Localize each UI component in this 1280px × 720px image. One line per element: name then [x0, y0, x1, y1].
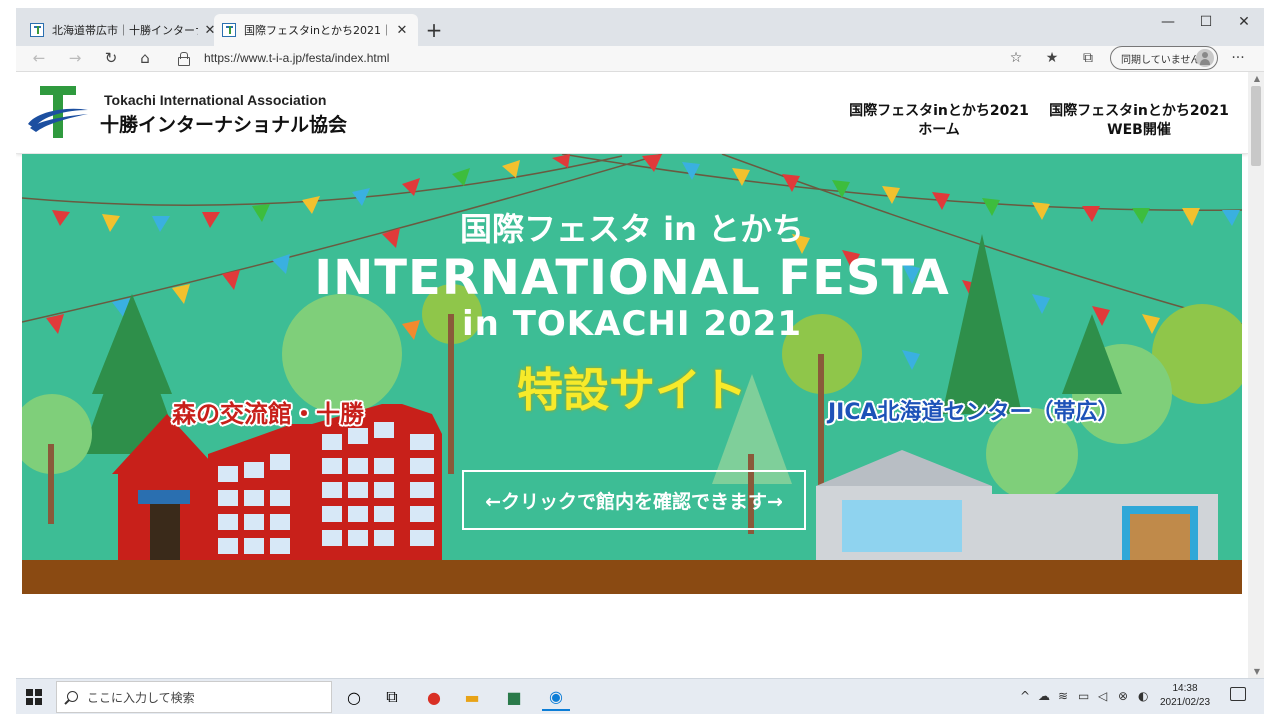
tia-favicon-icon: [222, 23, 236, 37]
refresh-icon[interactable]: ↻: [100, 49, 122, 67]
battery-icon[interactable]: ▭: [1078, 689, 1089, 703]
banner-title-japanese: 国際フェスタ in とかち: [459, 210, 805, 248]
edge-icon[interactable]: ◉: [542, 683, 570, 711]
minimize-button[interactable]: —: [1150, 14, 1186, 30]
url-field[interactable]: https://www.t-i-a.jp/festa/index.html: [204, 51, 389, 65]
chrome-icon[interactable]: ●: [420, 683, 448, 711]
festa-banner[interactable]: 国際フェスタ in とかち INTERNATIONAL FESTA in TOK…: [22, 154, 1242, 594]
cortana-icon[interactable]: ○: [340, 683, 368, 711]
file-explorer-icon[interactable]: ▬: [458, 683, 486, 711]
tab-title: 北海道帯広市｜十勝インターナショナ: [52, 24, 198, 37]
banner-subtitle-english: in TOKACHI 2021: [462, 304, 802, 344]
scroll-up-icon[interactable]: ▲: [1254, 74, 1260, 83]
forest-exchange-hall-label[interactable]: 森の交流館・十勝: [172, 394, 364, 429]
profile-button[interactable]: 同期していません: [1110, 46, 1218, 70]
page-scrollbar[interactable]: ▲ ▼: [1248, 72, 1264, 678]
maximize-button[interactable]: ☐: [1188, 14, 1224, 30]
add-favorite-icon[interactable]: ☆: [1006, 50, 1026, 66]
task-view-icon[interactable]: ⧉: [378, 683, 406, 711]
search-placeholder: ここに入力して検索: [87, 690, 195, 705]
favorites-icon[interactable]: ★: [1042, 50, 1062, 66]
tia-logo-icon[interactable]: [26, 84, 90, 138]
close-icon[interactable]: ✕: [394, 23, 410, 38]
ime-icon[interactable]: ◐: [1138, 689, 1148, 703]
nav-link-line2: ホーム: [918, 122, 960, 138]
screen: 北海道帯広市｜十勝インターナショナ ✕ 国際フェスタinとかち2021｜十勝イン…: [0, 0, 1280, 720]
page-viewport: Tokachi International Association 十勝インター…: [16, 72, 1264, 678]
scroll-thumb[interactable]: [1251, 86, 1261, 166]
windows-start-icon[interactable]: [26, 689, 42, 705]
back-arrow-icon[interactable]: ←: [28, 49, 50, 67]
collections-icon[interactable]: ⧉: [1078, 50, 1098, 66]
tab-tia-home[interactable]: 北海道帯広市｜十勝インターナショナ ✕: [22, 14, 226, 46]
home-icon[interactable]: ⌂: [134, 49, 156, 67]
new-tab-button[interactable]: +: [424, 18, 444, 42]
tab-festa[interactable]: 国際フェスタinとかち2021｜十勝イン ✕: [214, 14, 418, 46]
taskbar-clock[interactable]: 14:38 2021/02/23: [1150, 682, 1220, 710]
onedrive-icon[interactable]: ☁: [1038, 689, 1050, 703]
more-icon[interactable]: ···: [1228, 50, 1248, 66]
tab-title: 国際フェスタinとかち2021｜十勝イン: [244, 24, 390, 37]
site-header: Tokachi International Association 十勝インター…: [16, 72, 1248, 154]
close-window-button[interactable]: ✕: [1226, 14, 1262, 30]
address-bar: ← → ↻ ⌂ https://www.t-i-a.jp/festa/index…: [16, 46, 1264, 72]
clock-time: 14:38: [1172, 683, 1198, 694]
tab-bar: 北海道帯広市｜十勝インターナショナ ✕ 国際フェスタinとかち2021｜十勝イン…: [16, 8, 1264, 46]
nav-link-line1: 国際フェスタinとかち2021: [849, 103, 1029, 119]
profile-label: 同期していません: [1121, 54, 1201, 66]
logo-english-text: Tokachi International Association: [104, 92, 327, 108]
nav-link-line1: 国際フェスタinとかち2021: [1049, 103, 1229, 119]
lock-icon[interactable]: [178, 52, 190, 66]
avatar-icon: [1196, 49, 1214, 67]
network-icon[interactable]: ≋: [1058, 689, 1068, 703]
taskbar-search-input[interactable]: ここに入力して検索: [56, 681, 332, 713]
status-icon[interactable]: ⊗: [1118, 689, 1128, 703]
nav-link-home[interactable]: 国際フェスタinとかち2021 ホーム: [846, 102, 1032, 140]
windows-taskbar: ここに入力して検索 ○ ⧉ ● ▬ ■ ◉ ^ ☁ ≋ ▭ ◁ ⊗ ◐ 14:3…: [16, 678, 1264, 714]
nav-link-web[interactable]: 国際フェスタinとかち2021 WEB開催: [1046, 102, 1232, 140]
volume-mute-icon[interactable]: ◁: [1098, 689, 1107, 703]
notification-icon[interactable]: [1230, 687, 1246, 701]
banner-title-english: INTERNATIONAL FESTA: [314, 250, 950, 306]
jica-center-label[interactable]: JICA北海道センター（帯広）: [828, 394, 1120, 426]
clock-date: 2021/02/23: [1159, 697, 1211, 708]
logo-japanese-text: 十勝インターナショナル協会: [100, 114, 348, 136]
forward-arrow-icon[interactable]: →: [64, 49, 86, 67]
scroll-down-icon[interactable]: ▼: [1254, 667, 1260, 676]
pycharm-icon[interactable]: ■: [500, 683, 528, 711]
search-icon: [67, 691, 78, 702]
tray-chevron-icon[interactable]: ^: [1020, 689, 1030, 703]
tia-favicon-icon: [30, 23, 44, 37]
view-inside-button[interactable]: ←クリックで館内を確認できます→: [462, 470, 806, 530]
nav-link-line2: WEB開催: [1107, 122, 1171, 138]
